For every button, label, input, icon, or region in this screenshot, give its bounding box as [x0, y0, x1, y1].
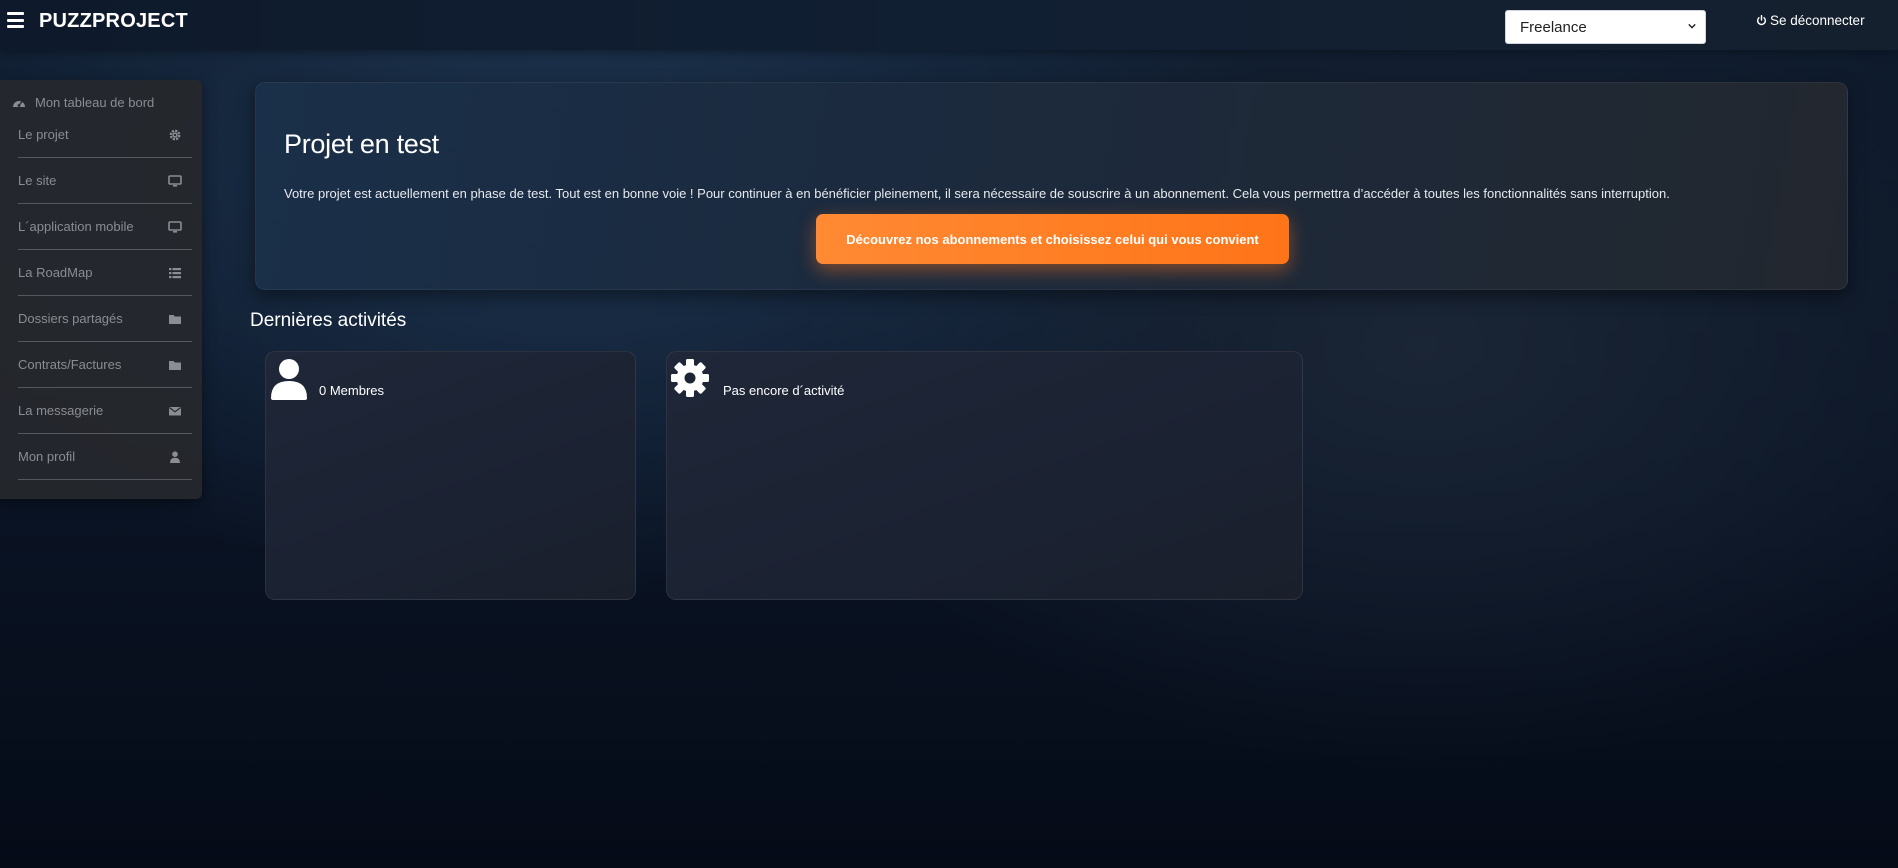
sidebar-item-label: La messagerie — [18, 403, 104, 418]
sidebar-item-label: Dossiers partagés — [18, 311, 123, 326]
banner-text: Votre projet est actuellement en phase d… — [284, 186, 1670, 201]
sidebar-item-dossiers-partages[interactable]: Dossiers partagés — [18, 297, 192, 342]
sidebar-item-label: Contrats/Factures — [18, 357, 122, 372]
folder-icon — [169, 315, 181, 324]
subscriptions-button[interactable]: Découvrez nos abonnements et choisissez … — [816, 214, 1289, 264]
banner-title: Projet en test — [284, 129, 439, 159]
menu-icon[interactable] — [7, 12, 24, 28]
desktop-icon — [168, 221, 182, 233]
activities-title: Dernières activités — [250, 310, 407, 331]
user-icon — [271, 359, 307, 400]
sidebar-item-dashboard[interactable]: Mon tableau de bord — [12, 95, 154, 110]
sidebar-item-application-mobile[interactable]: L´application mobile — [18, 205, 192, 250]
power-icon — [1756, 15, 1767, 26]
sidebar-item-label: Mon profil — [18, 449, 76, 464]
list-icon — [169, 268, 181, 279]
dashboard-icon — [13, 100, 25, 107]
sidebar-item-roadmap[interactable]: La RoadMap — [18, 251, 192, 296]
activity-card: Pas encore d´activité — [666, 351, 1303, 600]
logout-label: Se déconnecter — [1770, 13, 1865, 28]
top-header: PUZZPROJECT Freelance Se déconnecter — [0, 0, 1898, 50]
sidebar: Mon tableau de bord Le projet Le site L´… — [0, 80, 202, 499]
sidebar-item-label: La RoadMap — [18, 265, 93, 280]
gear-icon — [169, 129, 181, 141]
sidebar-item-contrats-factures[interactable]: Contrats/Factures — [18, 343, 192, 388]
gear-icon — [671, 359, 709, 397]
activity-empty-text: Pas encore d´activité — [723, 383, 845, 398]
brand-title[interactable]: PUZZPROJECT — [39, 10, 188, 33]
trial-banner: Projet en test Votre projet est actuelle… — [255, 82, 1848, 290]
role-select[interactable]: Freelance — [1505, 10, 1706, 44]
user-icon — [170, 451, 180, 463]
logout-button[interactable]: Se déconnecter — [1756, 13, 1865, 28]
envelope-icon — [169, 407, 181, 416]
sidebar-item-messagerie[interactable]: La messagerie — [18, 389, 192, 434]
folder-icon — [169, 361, 181, 370]
sidebar-item-projet[interactable]: Le projet — [18, 113, 192, 158]
sidebar-item-site[interactable]: Le site — [18, 159, 192, 204]
sidebar-item-profil[interactable]: Mon profil — [18, 435, 192, 480]
sidebar-item-label: L´application mobile — [18, 219, 134, 234]
sidebar-item-label: Mon tableau de bord — [35, 95, 155, 110]
sidebar-item-label: Le projet — [18, 127, 69, 142]
desktop-icon — [168, 175, 182, 187]
members-card: 0 Membres — [265, 351, 636, 600]
sidebar-item-label: Le site — [18, 173, 57, 188]
members-count: 0 Membres — [319, 383, 385, 398]
